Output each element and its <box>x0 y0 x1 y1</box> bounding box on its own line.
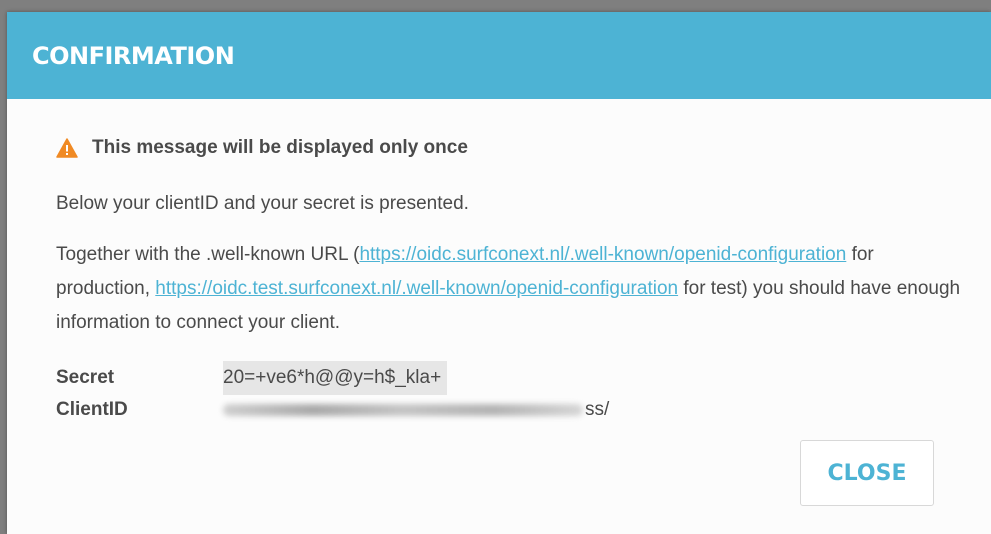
clientid-redacted <box>223 403 583 416</box>
clientid-label: ClientID <box>56 399 128 420</box>
secret-value[interactable]: 20=+ve6*h@@y=h$_kla+ <box>223 361 448 395</box>
intro-text: Below your clientID and your secret is p… <box>56 193 469 214</box>
secret-row: Secret 20=+ve6*h@@y=h$_kla+ <box>56 361 967 395</box>
test-url-link[interactable]: https://oidc.test.surfconext.nl/.well-kn… <box>155 278 678 299</box>
clientid-row: ClientID ss/ <box>56 394 967 426</box>
credentials: Secret 20=+ve6*h@@y=h$_kla+ ClientID ss/ <box>56 361 967 426</box>
clientid-value[interactable]: ss/ <box>223 393 609 427</box>
close-button[interactable]: CLOSE <box>800 440 934 506</box>
secret-label: Secret <box>56 367 115 388</box>
dialog-body: This message will be displayed only once… <box>7 99 991 426</box>
info-text-before: Together with the .well-known URL ( <box>56 244 360 265</box>
warning-message: This message will be displayed only once <box>56 131 967 165</box>
dialog-header: CONFIRMATION <box>7 12 991 99</box>
warning-text: This message will be displayed only once <box>92 137 468 158</box>
warning-triangle-icon <box>56 138 78 158</box>
dialog-title: CONFIRMATION <box>32 41 235 70</box>
production-url-link[interactable]: https://oidc.surfconext.nl/.well-known/o… <box>359 244 846 265</box>
info-text: Together with the .well-known URL (https… <box>56 238 967 340</box>
confirmation-dialog: CONFIRMATION This message will be displa… <box>7 12 991 534</box>
clientid-suffix: ss/ <box>585 399 610 420</box>
